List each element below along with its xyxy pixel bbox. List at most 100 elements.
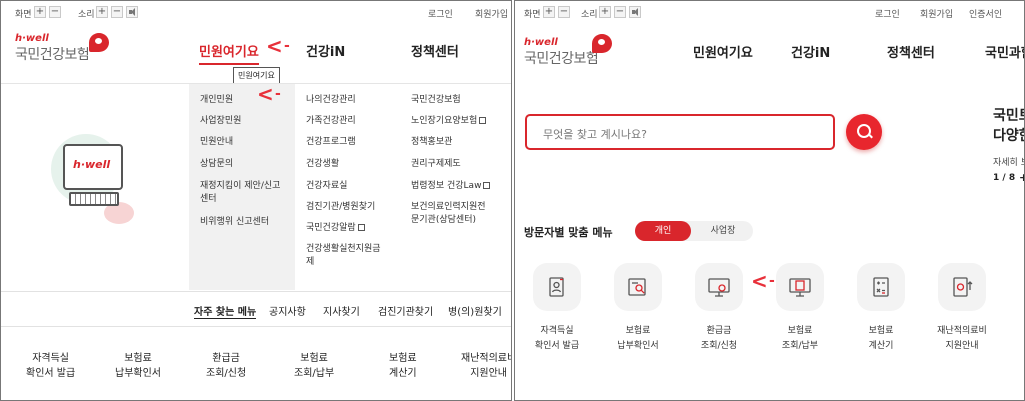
submenu-item-law[interactable]: 법령정보 건강Law	[411, 180, 491, 193]
nav-health-in[interactable]: 건강iN	[306, 41, 345, 60]
menu-tile-disaster-medical[interactable]	[938, 263, 986, 311]
zoom-in-button[interactable]: +	[34, 6, 46, 18]
nav-health-in[interactable]: 건강iN	[791, 42, 830, 61]
menu-tile-label: 환급금 조회/신청	[679, 324, 759, 354]
submenu-item-health-alarm-label: 국민건강알람	[306, 223, 356, 233]
calculator-icon	[873, 277, 889, 297]
annotation-arrow-3-icon: <	[751, 269, 768, 293]
submenu-item-consult[interactable]: 상담문의	[200, 158, 233, 171]
external-link-icon	[479, 117, 487, 124]
nav-together[interactable]: 국민과함	[985, 42, 1024, 61]
speaker-icon[interactable]	[629, 6, 641, 18]
submenu-item-my-health[interactable]: 나의건강관리	[306, 94, 356, 107]
search-box[interactable]: 무엇을 찾고 계시나요?	[525, 114, 835, 150]
search-button[interactable]	[846, 114, 882, 150]
menu-tile-calculator[interactable]	[857, 263, 905, 311]
submenu-item-ltc-insurance[interactable]: 노인장기요양보험	[411, 115, 487, 128]
notice-more-link[interactable]: 자세히 보	[993, 155, 1024, 168]
left-screenshot-panel: 화면 + − 소리 + − 로그인 회원가입 h·well 국민건강보험 민원여…	[0, 0, 512, 401]
annotation-dash-icon: -	[284, 38, 290, 54]
submenu-item-family-health[interactable]: 가족건강관리	[306, 115, 356, 128]
submenu-item-health-life[interactable]: 건강생활	[306, 158, 339, 171]
bottom-link-calculator[interactable]: 보험료 계산기	[389, 351, 417, 381]
signup-link[interactable]: 회원가입	[920, 7, 953, 20]
menu-tile-label: 보험료 계산기	[841, 324, 921, 354]
volume-down-button[interactable]: −	[614, 6, 626, 18]
menu-tile-label-line1: 보험료	[787, 326, 813, 336]
submenu-item-finance-report[interactable]: 재정지킴이 제안/신고 센터	[200, 180, 280, 206]
quick-link-branch[interactable]: 지사찾기	[323, 303, 360, 318]
doc-up-icon	[953, 277, 973, 297]
submenu-item-misconduct[interactable]: 비위행위 신고센터	[200, 216, 269, 229]
quick-link-clinic[interactable]: 병(의)원찾기	[448, 303, 502, 318]
volume-up-button[interactable]: +	[599, 6, 611, 18]
nav-policy-center[interactable]: 정책센터	[887, 42, 935, 61]
bottom-link-premium-pay[interactable]: 보험료 조회/납부	[294, 351, 334, 381]
zoom-in-button[interactable]: +	[543, 6, 555, 18]
site-logo[interactable]: h·well 국민건강보험	[15, 33, 90, 64]
menu-tile-premium-pay[interactable]	[776, 263, 824, 311]
notice-headline[interactable]: 국민토 다양한	[993, 106, 1024, 146]
monitor-doc-icon	[789, 278, 811, 297]
menu-tile-eligibility[interactable]	[533, 263, 581, 311]
quick-link-checkup[interactable]: 검진기관찾기	[378, 303, 433, 318]
bottom-link-line2: 조회/신청	[206, 368, 247, 379]
menu-tile-label-line1: 보험료	[625, 326, 651, 336]
volume-down-button[interactable]: −	[111, 6, 123, 18]
submenu-item-rights-relief[interactable]: 권리구제제도	[411, 158, 461, 171]
menu-tile-label: 보험료 조회/납부	[760, 324, 840, 354]
promo-logo: h·well	[73, 158, 111, 171]
submenu-item-guide[interactable]: 민원안내	[200, 136, 233, 149]
bottom-link-eligibility[interactable]: 자격득실 확인서 발급	[26, 351, 75, 381]
menu-tile-label-line2: 지원안내	[945, 341, 979, 351]
nav-policy-center[interactable]: 정책센터	[411, 41, 459, 60]
external-link-icon	[357, 224, 365, 231]
bottom-link-refund[interactable]: 환급금 조회/신청	[206, 351, 246, 381]
submenu-item-practice-fund[interactable]: 건강생활실천지원금 제	[306, 243, 381, 269]
submenu-item-find-hospital[interactable]: 검진기관/병원찾기	[306, 201, 375, 214]
search-input[interactable]: 무엇을 찾고 계시나요?	[543, 126, 647, 142]
tab-business[interactable]: 사업장	[695, 221, 751, 241]
login-link[interactable]: 로그인	[428, 7, 453, 20]
signup-link[interactable]: 회원가입	[475, 7, 508, 20]
submenu-item-workforce-line2: 문기관(상담센터)	[411, 215, 476, 225]
submenu-item-health-alarm[interactable]: 국민건강알람	[306, 222, 365, 235]
login-link[interactable]: 로그인	[875, 7, 900, 20]
submenu-item-practice-fund-line1: 건강생활실천지원금	[306, 244, 381, 254]
utility-bar: 화면 + − 소리 + − 로그인 회원가입	[1, 1, 511, 25]
submenu-item-business[interactable]: 사업장민원	[200, 115, 241, 128]
bottom-link-line1: 환급금	[212, 353, 240, 364]
notice-next-icon[interactable]: +	[1019, 171, 1024, 184]
menu-tile-label-line1: 자격득실	[540, 326, 574, 336]
certificate-link[interactable]: 인증서인	[969, 7, 1002, 20]
bottom-link-payment-cert[interactable]: 보험료 납부확인서	[115, 351, 161, 381]
site-logo[interactable]: h·well 국민건강보험	[524, 37, 599, 68]
nav-minwon[interactable]: 민원여기요	[199, 41, 259, 65]
bottom-link-line1: 자격득실	[32, 353, 69, 364]
submenu-item-pr-hall[interactable]: 정책홍보관	[411, 136, 452, 149]
volume-up-button[interactable]: +	[96, 6, 108, 18]
submenu-item-health-program[interactable]: 건강프로그램	[306, 136, 356, 149]
submenu-item-finance-report-line1: 재정지킴이 제안/신고	[200, 181, 281, 191]
zoom-out-button[interactable]: −	[49, 6, 61, 18]
submenu-item-personal[interactable]: 개인민원	[200, 94, 233, 107]
zoom-out-button[interactable]: −	[558, 6, 570, 18]
menu-tile-label: 자격득실 확인서 발급	[517, 324, 597, 354]
bottom-link-line2: 조회/납부	[294, 368, 335, 379]
speaker-icon[interactable]	[126, 6, 138, 18]
menu-tile-refund[interactable]	[695, 263, 743, 311]
notice-headline-line1: 국민토	[993, 108, 1024, 124]
monitor-won-icon	[708, 278, 730, 297]
submenu-item-health-library[interactable]: 건강자료실	[306, 180, 347, 193]
submenu-item-workforce-support[interactable]: 보건의료인력지원전 문기관(상담센터)	[411, 201, 486, 227]
tab-personal[interactable]: 개인	[635, 221, 691, 241]
bottom-link-disaster-medical[interactable]: 재난적의료비 지원안내	[461, 351, 511, 381]
external-link-icon	[483, 182, 491, 189]
submenu-item-finance-report-line2: 센터	[200, 194, 217, 204]
annotation-arrow-2-icon: <	[257, 82, 274, 106]
menu-tile-payment-cert[interactable]	[614, 263, 662, 311]
quick-link-notice[interactable]: 공지사항	[269, 303, 306, 318]
logo-korean: 국민건강보험	[524, 51, 599, 67]
nav-minwon[interactable]: 민원여기요	[693, 42, 753, 61]
submenu-item-nhis[interactable]: 국민건강보험	[411, 94, 461, 107]
